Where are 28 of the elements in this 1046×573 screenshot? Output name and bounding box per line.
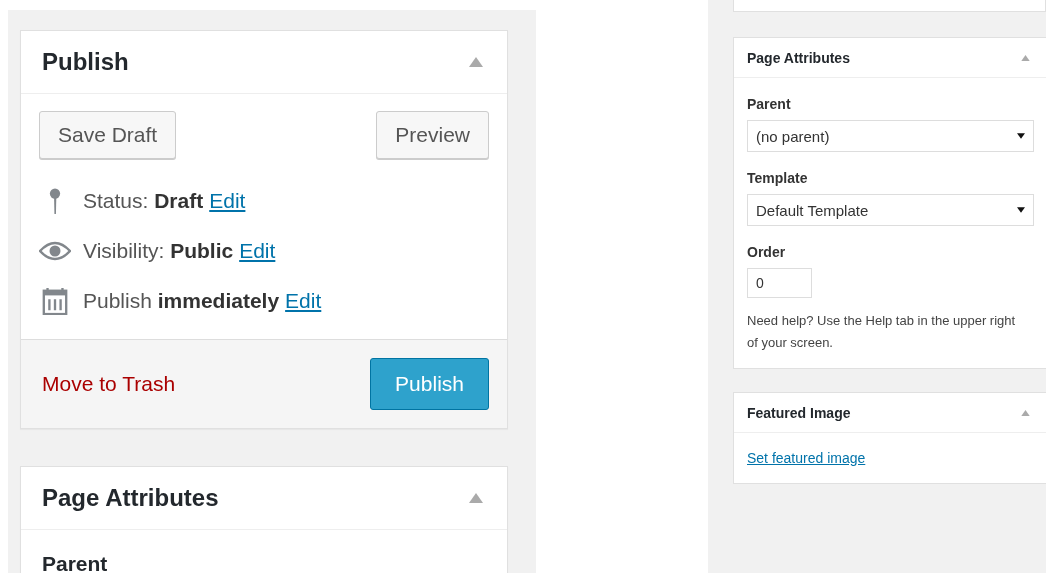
order-input[interactable]: 0 [747,268,812,298]
edit-link[interactable]: Edit [209,189,246,213]
meta-text: Status: Draft [83,189,204,213]
panel-title: Publish [42,48,129,76]
edit-link[interactable]: Edit [239,239,276,263]
field-label: Parent [747,95,792,114]
collapse-toggle-icon[interactable] [469,493,483,503]
panel-title: Featured Image [747,404,851,421]
set-featured-image-link[interactable]: Set featured image [747,450,866,466]
move-to-trash-link[interactable]: Move to Trash [42,372,176,396]
meta-text: Publish immediately [83,289,280,313]
collapse-toggle-icon[interactable] [1021,54,1030,61]
collapse-toggle-icon[interactable] [1021,409,1030,416]
save-draft-button[interactable]: Save Draft [39,111,177,159]
preview-button[interactable]: Preview [376,111,489,159]
field-label: Parent [41,551,109,573]
collapse-toggle-icon[interactable] [469,57,483,67]
meta-text: Visibility: Public [83,239,234,263]
panel-title: Page Attributes [747,49,850,66]
template-select[interactable]: Default Template [747,194,1034,226]
field-label: Template [747,169,809,188]
edit-link[interactable]: Edit [285,289,322,313]
dropdown-caret-icon [1017,207,1025,213]
help-text: Need help? Use the Help tab in the upper right of your screen. [747,312,1017,352]
dropdown-caret-icon [1017,133,1025,139]
parent-select[interactable]: (no parent) [747,120,1034,152]
field-label: Order [747,243,787,262]
panel-title: Page Attributes [42,484,219,512]
